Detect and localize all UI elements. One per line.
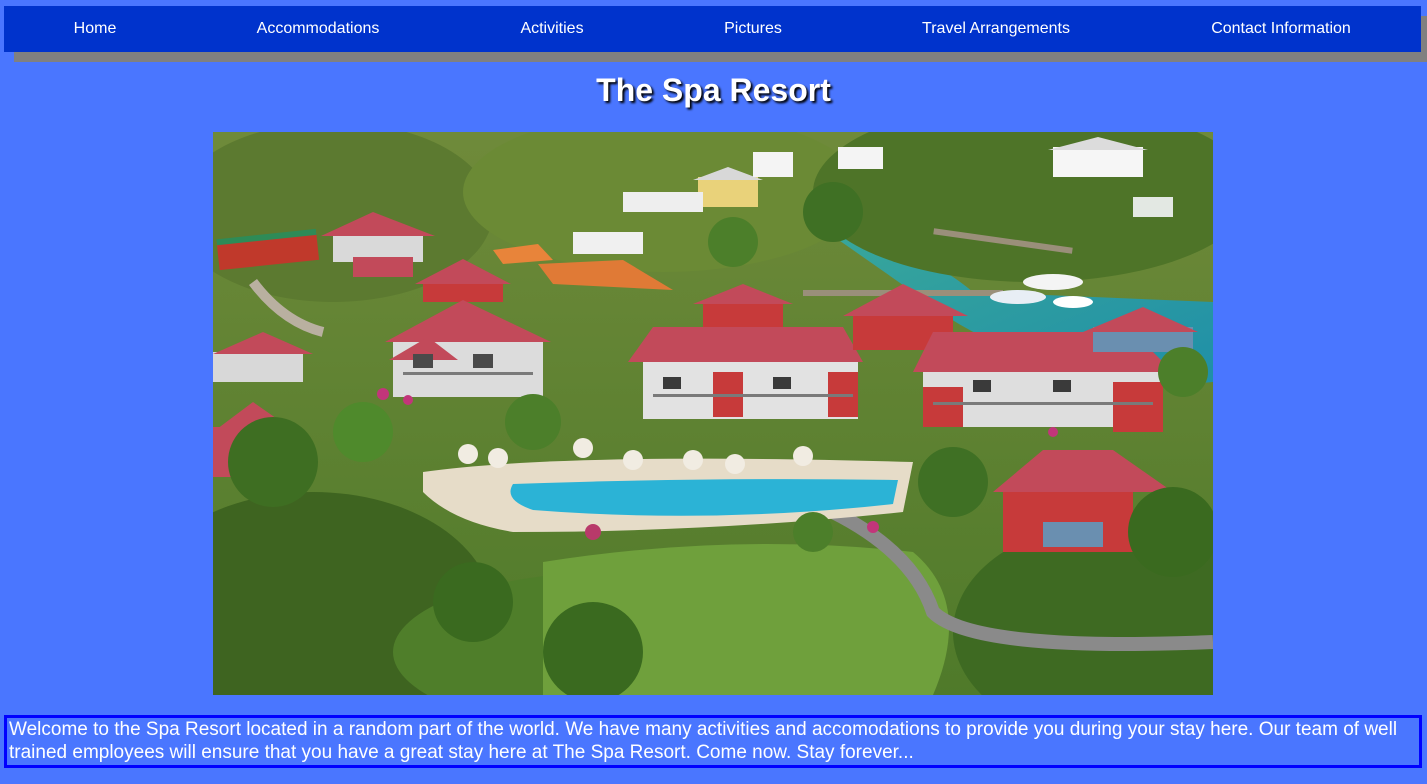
welcome-text: Welcome to the Spa Resort located in a r… (4, 715, 1422, 768)
nav-item-activities[interactable]: Activities (520, 6, 583, 52)
main-nav: Home Accommodations Activities Pictures … (4, 6, 1421, 52)
page-title: The Spa Resort (596, 72, 831, 108)
nav-item-pictures[interactable]: Pictures (724, 6, 782, 52)
nav-item-travel-arrangements[interactable]: Travel Arrangements (922, 6, 1070, 52)
nav-item-contact-information[interactable]: Contact Information (1211, 6, 1351, 52)
nav-item-home[interactable]: Home (74, 6, 117, 52)
nav-item-accommodations[interactable]: Accommodations (257, 6, 380, 52)
resort-photo (213, 132, 1213, 695)
